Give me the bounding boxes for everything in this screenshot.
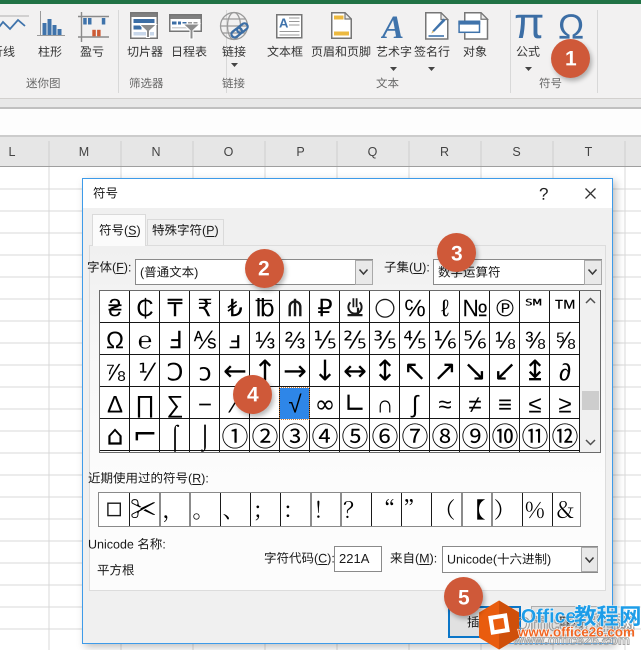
svg-text:A: A xyxy=(381,12,404,40)
svg-text:A: A xyxy=(279,15,289,30)
